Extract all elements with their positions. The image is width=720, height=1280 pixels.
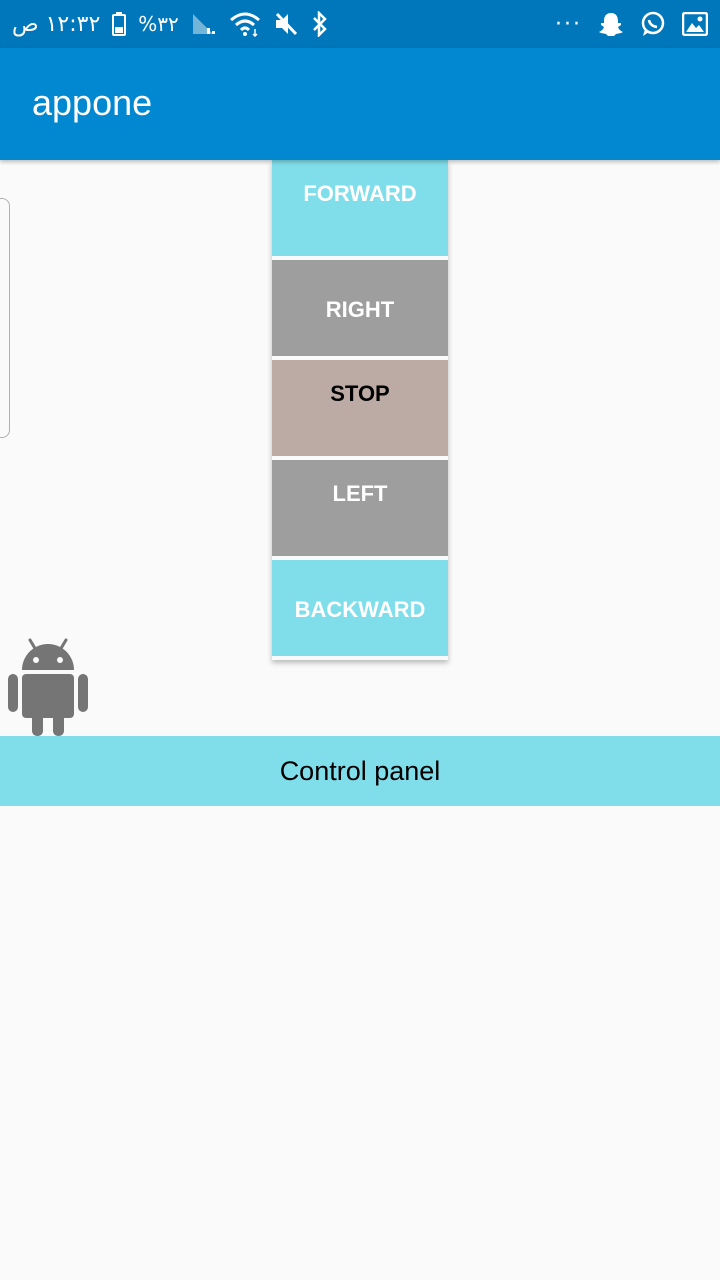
backward-button-label: BACKWARD: [294, 597, 426, 622]
status-right-group: ···: [555, 0, 708, 48]
control-button-column: FORWARD RIGHT STOP LEFT BACKWARD: [272, 160, 448, 660]
gallery-icon: [682, 12, 708, 36]
status-left-group: ١٢:٣٢ ص %٣٢: [12, 0, 329, 48]
control-panel-bar: Control panel: [0, 736, 720, 806]
bluetooth-icon: [311, 11, 329, 37]
app-bar: appone: [0, 48, 720, 160]
more-dots-icon: ···: [555, 11, 582, 37]
stop-button[interactable]: STOP: [272, 360, 448, 456]
whatsapp-icon: [640, 11, 666, 37]
snapchat-icon: [598, 11, 624, 37]
side-drawer-handle[interactable]: [0, 198, 10, 438]
signal-icon: [191, 12, 217, 36]
status-time: ١٢:٣٢ ص: [12, 11, 101, 37]
left-button[interactable]: LEFT: [272, 460, 448, 556]
control-panel-label: Control panel: [279, 756, 441, 786]
wifi-icon: [229, 11, 261, 37]
battery-icon: [112, 12, 127, 36]
forward-button-label: FORWARD: [303, 181, 417, 206]
mute-icon: [273, 11, 299, 37]
backward-button[interactable]: BACKWARD: [272, 560, 448, 656]
status-bar: ١٢:٣٢ ص %٣٢ ···: [0, 0, 720, 48]
right-button-label: RIGHT: [325, 297, 395, 322]
forward-button[interactable]: FORWARD: [272, 160, 448, 256]
stop-button-label: STOP: [330, 381, 390, 406]
left-button-label: LEFT: [332, 481, 388, 506]
battery-percent: %٣٢: [138, 12, 179, 36]
app-title: appone: [32, 82, 153, 123]
android-robot-icon: [6, 638, 90, 738]
right-button[interactable]: RIGHT: [272, 260, 448, 356]
